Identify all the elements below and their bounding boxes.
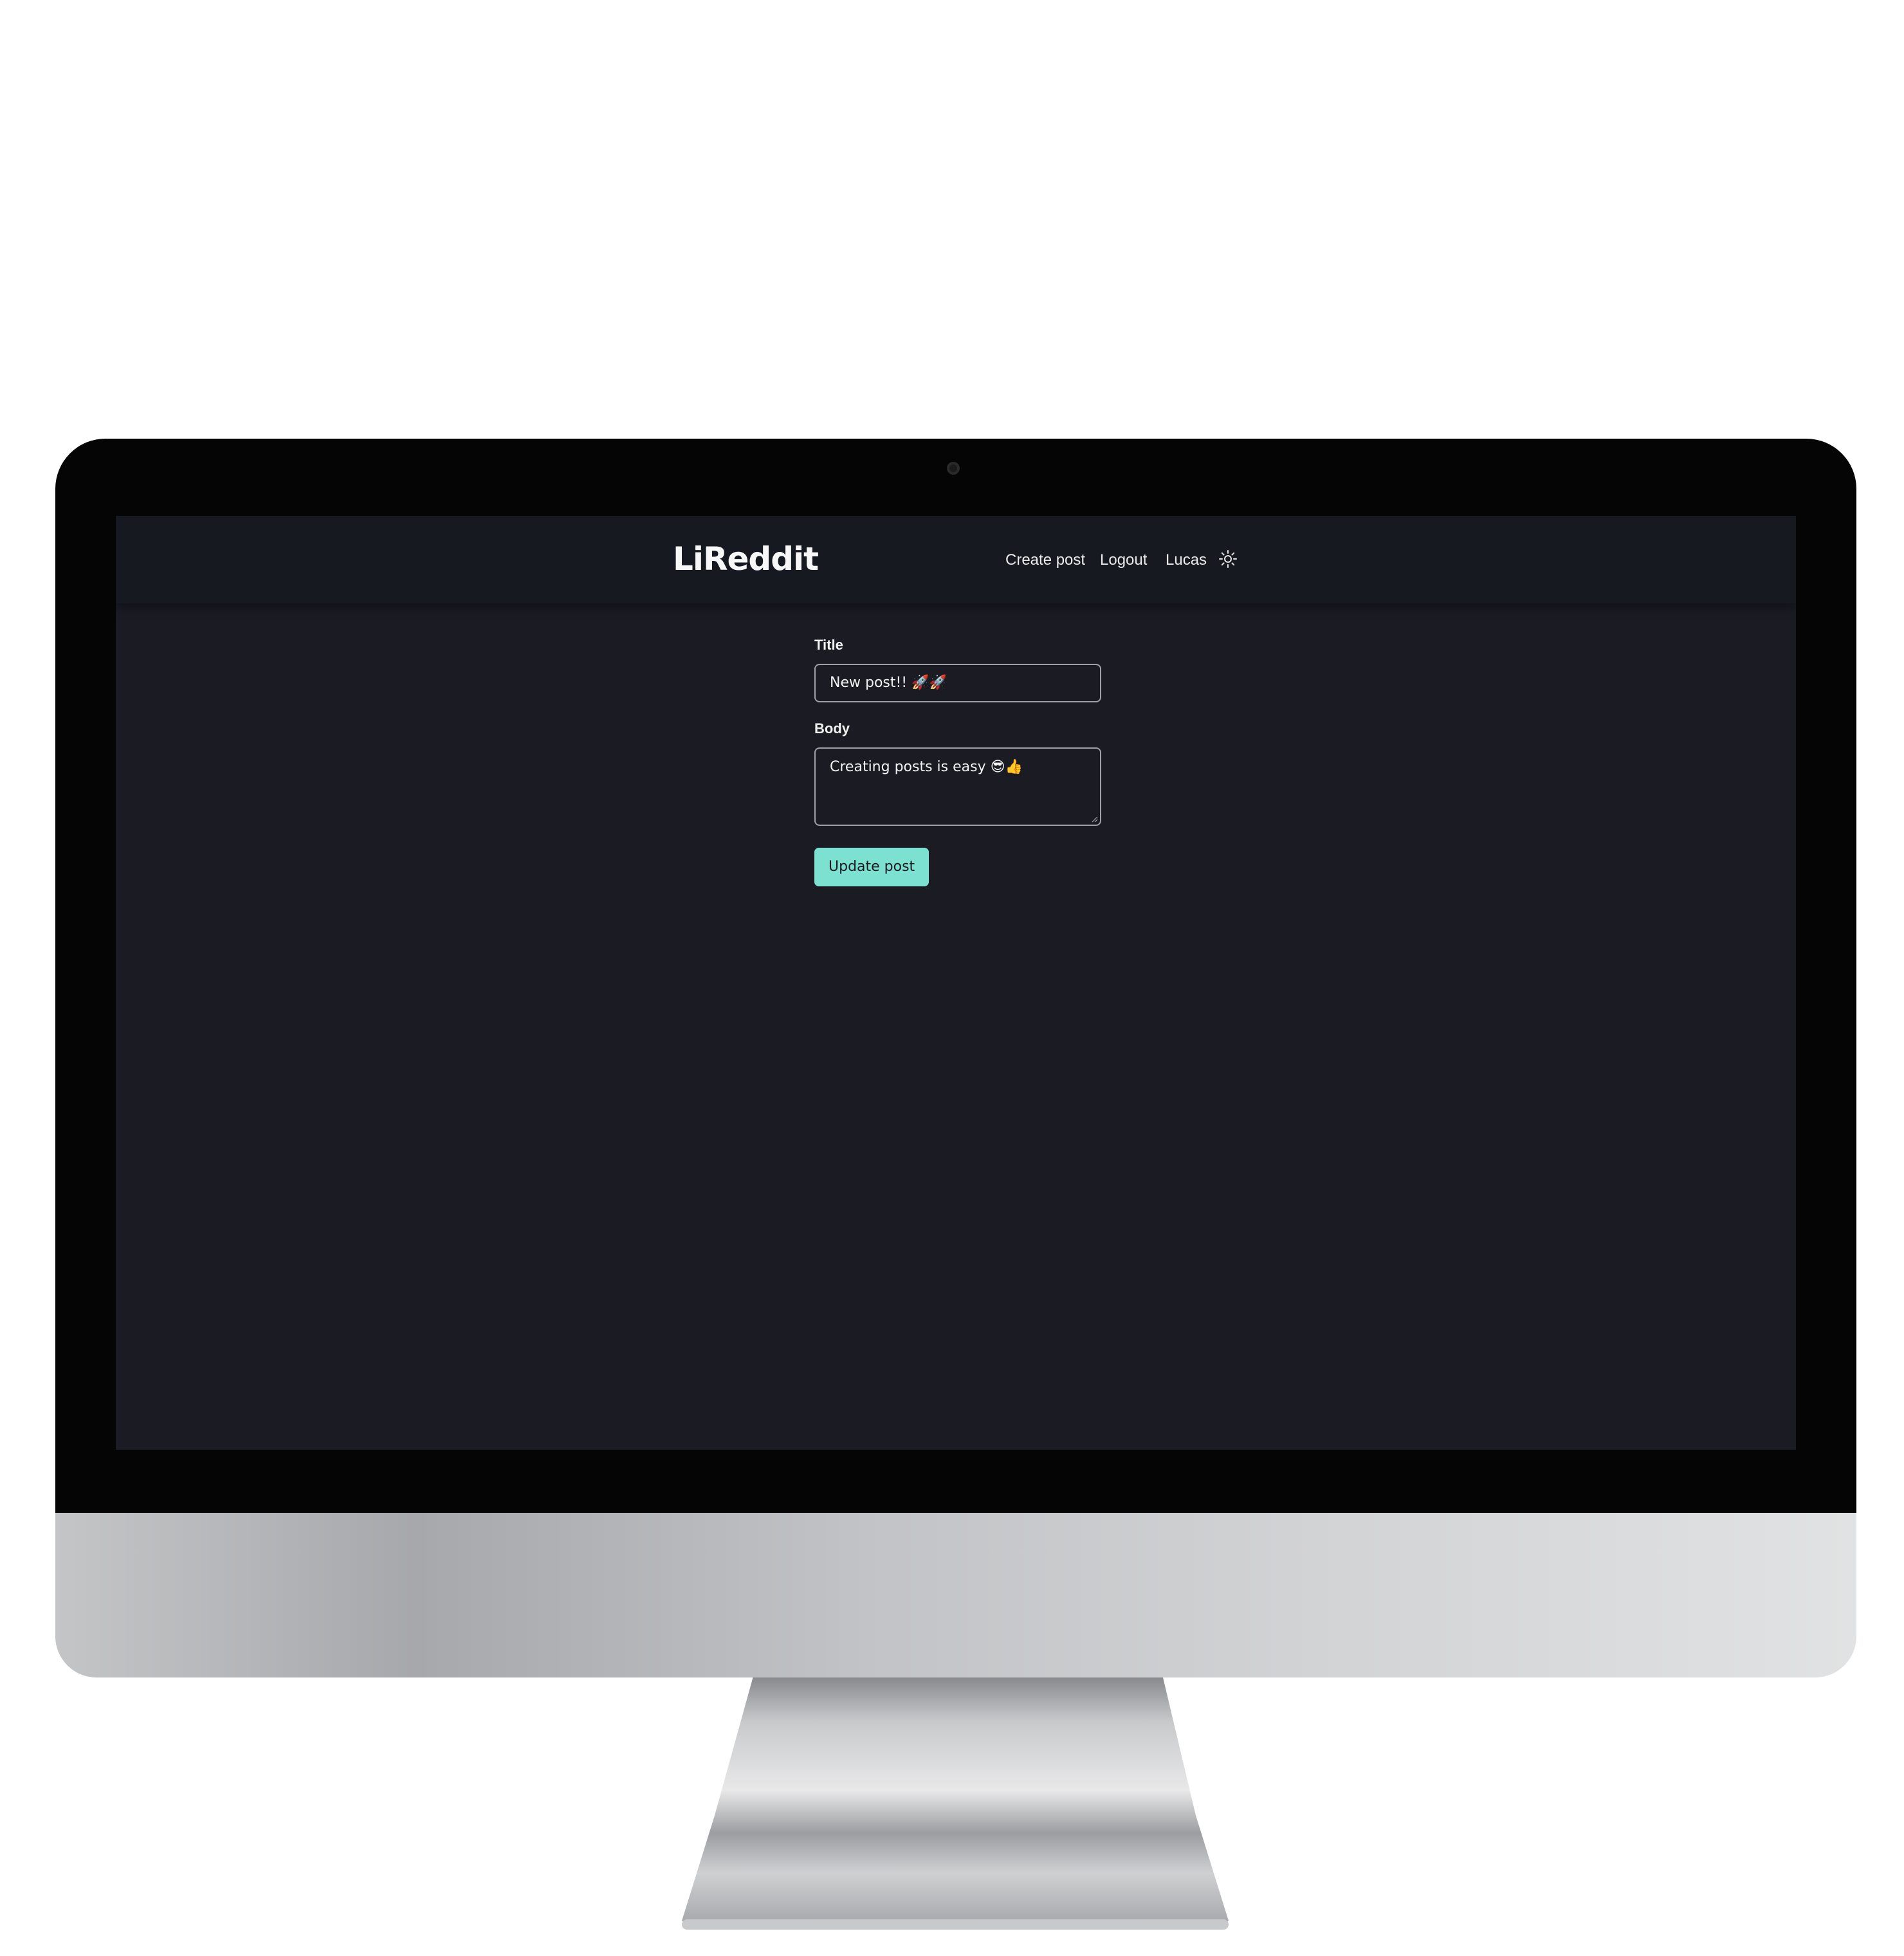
sun-icon[interactable] [1218,549,1238,569]
nav-create-post-link[interactable]: Create post [1005,551,1085,569]
body-textarea[interactable]: Creating posts is easy 😎👍 [814,747,1101,826]
nav-username: Lucas [1166,551,1207,569]
monitor-stand [682,1677,1229,1928]
update-post-button[interactable]: Update post [814,848,929,886]
title-input[interactable]: New post!! 🚀🚀 [814,664,1101,702]
app-logo[interactable]: LiReddit [673,540,819,578]
app-screen: LiReddit Create post Logout Lucas Title … [116,516,1796,1450]
camera-icon [947,462,960,475]
body-label: Body [814,720,850,736]
edit-post-form: Title New post!! 🚀🚀 Body Creating posts … [814,637,1101,886]
resize-grip-icon[interactable] [1092,816,1098,823]
body-text: Creating posts is easy 😎👍 [830,759,1023,775]
monitor-stand-base [682,1919,1229,1930]
nav-logout-link[interactable]: Logout [1100,551,1147,569]
title-label: Title [814,637,843,653]
navbar: LiReddit Create post Logout Lucas [116,516,1796,603]
monitor-mockup: LiReddit Create post Logout Lucas Title … [0,0,1904,1956]
monitor-chin [55,1513,1856,1677]
